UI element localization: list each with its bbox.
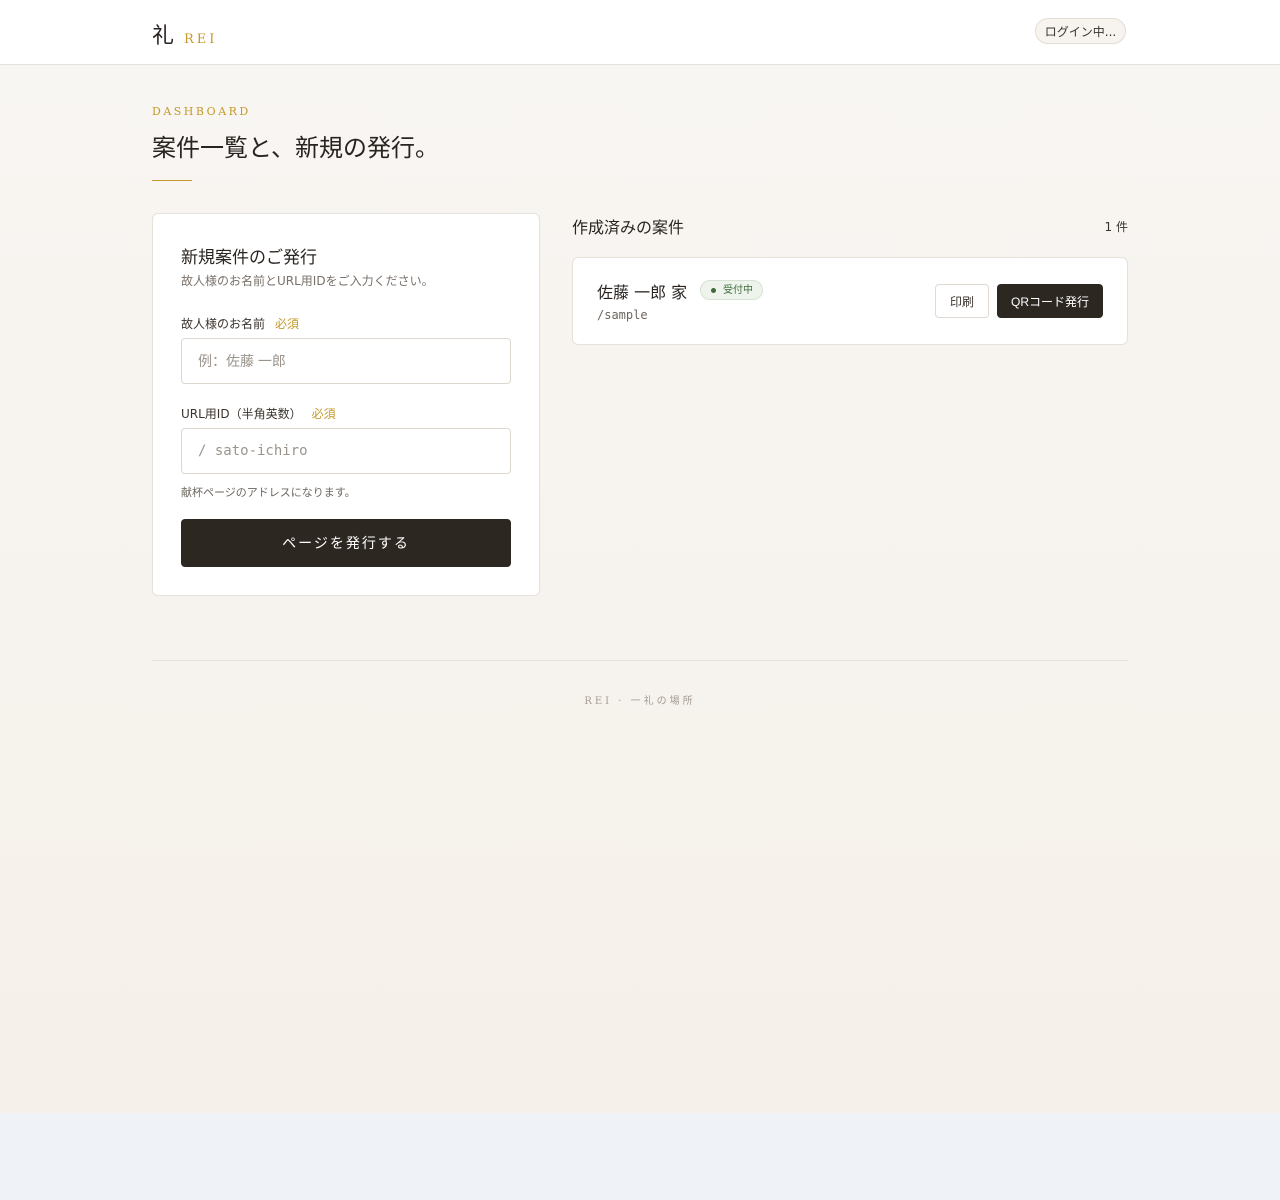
publish-page-button[interactable]: ページを発行する [181,519,511,567]
form-subtitle: 故人様のお名前とURL用IDをご入力ください。 [181,274,434,288]
footer-text: REI · 一礼の場所 [584,696,696,707]
case-card: 佐藤 一郎 家 受付中 /sample 印刷 QRコード発行 [572,257,1128,345]
new-case-form: 新規案件のご発行 故人様のお名前とURL用IDをご入力ください。 故人様のお名前… [152,213,540,596]
id-field-label: URL用ID（半角英数） 必須 [181,405,336,422]
id-required-badge: 必須 [311,407,336,421]
print-button[interactable]: 印刷 [935,284,989,318]
app-root: 礼 REI ログイン中... DASHBOARD 案件一覧と、新規の発行。 新規… [0,0,1280,1113]
issue-qr-button[interactable]: QRコード発行 [997,284,1103,318]
deceased-name-input[interactable] [181,338,511,384]
title-divider [152,180,192,181]
name-required-badge: 必須 [275,317,300,331]
status-text: 受付中 [723,285,753,296]
status-badge: 受付中 [700,280,763,300]
url-id-help: 献杯ページのアドレスになります。 [181,486,356,499]
brand-latin: REI [184,32,218,47]
id-label-text: URL用ID（半角英数） [181,407,302,421]
brand-kanji: 礼 [152,24,175,49]
cases-count: 1 件 [1104,220,1128,234]
name-field-label: 故人様のお名前 必須 [181,315,299,332]
name-label-text: 故人様のお名前 [181,317,266,331]
login-status-button[interactable]: ログイン中... [1035,18,1126,44]
page-eyebrow: DASHBOARD [152,105,251,118]
case-slug: /sample [597,308,648,322]
footer-divider [152,660,1128,661]
url-id-input[interactable] [181,428,511,474]
status-dot-icon [711,288,716,293]
cases-heading: 作成済みの案件 [572,218,685,237]
case-name: 佐藤 一郎 家 [597,283,688,302]
top-header: 礼 REI ログイン中... [0,0,1280,65]
form-title: 新規案件のご発行 [181,248,317,268]
brand-logo[interactable]: 礼 REI [152,18,217,50]
page-title: 案件一覧と、新規の発行。 [152,134,440,162]
